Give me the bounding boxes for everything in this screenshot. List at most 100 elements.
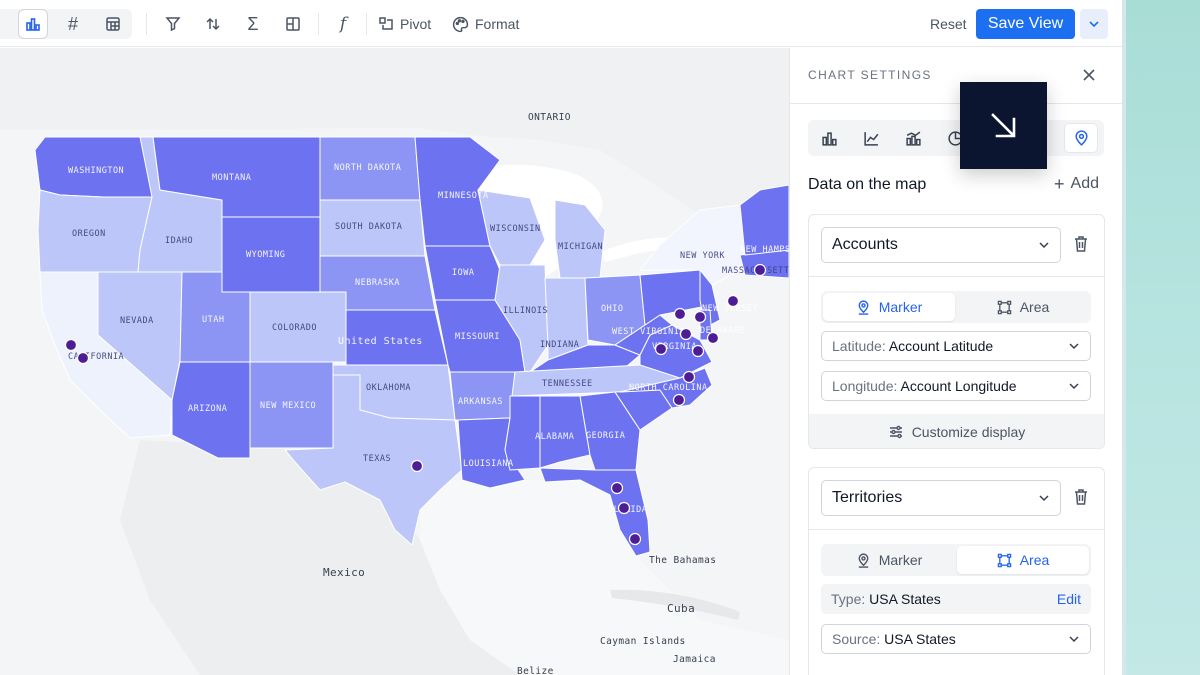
chevron-down-icon [1039,495,1049,502]
state-label: NEW YORK [680,251,725,261]
state-label: ARIZONA [188,404,227,414]
chart-type-combo[interactable] [896,123,930,153]
pivot-icon [379,17,393,30]
layer-source-select[interactable]: Accounts [821,227,1061,263]
customize-display-button[interactable]: Customize display [809,414,1104,448]
account-marker[interactable] [410,459,424,473]
chart-view-button[interactable] [18,9,48,39]
map-pin-icon [858,552,869,568]
number-view-button[interactable]: # [58,9,88,39]
account-marker[interactable] [679,327,693,341]
toolbar-divider [146,13,147,35]
chevron-down-icon [1069,636,1079,643]
close-panel-button[interactable] [1078,64,1100,86]
state-arkansas[interactable] [449,371,516,421]
close-icon [1083,69,1095,81]
map-canvas[interactable]: WASHINGTON OREGON CALIFORNIA NEVADA IDAH… [0,48,789,675]
source-field-select[interactable]: Source: USA States [821,624,1091,654]
account-marker[interactable] [628,532,642,546]
layer-card-accounts: Accounts Marker Area Latitude: Account L… [808,214,1105,449]
chart-type-bar[interactable] [812,123,846,153]
chart-type-line[interactable] [854,123,888,153]
account-marker[interactable] [64,338,78,352]
area-mode-option[interactable]: Area [957,293,1089,321]
map-pin-icon [1074,129,1088,146]
marker-label: Marker [878,299,923,315]
account-marker[interactable] [691,344,705,358]
state-label: ILLINOIS [503,306,548,316]
summarize-button[interactable]: Σ [238,9,268,39]
state-label: TEXAS [363,454,391,464]
bar-chart-icon [26,18,40,31]
state-label: MONTANA [212,173,251,183]
state-label: COLORADO [272,323,317,333]
state-label: ALABAMA [535,432,574,442]
state-label: DELAWARE [700,326,745,336]
state-label: United States [338,336,423,347]
state-label: CALIFORNIA [68,352,124,362]
account-marker[interactable] [693,310,707,324]
line-chart-icon [863,131,878,146]
account-marker[interactable] [706,331,720,345]
state-label: MISSOURI [455,332,500,342]
delete-layer-button[interactable] [1071,233,1091,255]
geo-label: ONTARIO [528,112,571,123]
delete-layer-button[interactable] [1071,486,1091,508]
save-options-button[interactable] [1080,9,1108,39]
account-marker[interactable] [617,501,631,515]
account-marker[interactable] [672,393,686,407]
customize-label: Customize display [911,424,1026,440]
geo-label: The Bahamas [649,555,716,566]
area-mode-option[interactable]: Area [957,546,1089,574]
expand-overlay[interactable] [960,82,1047,169]
latitude-field-select[interactable]: Latitude: Account Latitude [821,331,1091,361]
polygon-icon [997,300,1011,314]
combo-chart-icon [905,131,921,146]
account-marker[interactable] [76,351,90,365]
state-label: WASHINGTON [68,166,124,176]
pivot-button[interactable]: Pivot [378,9,431,39]
state-label: WYOMING [246,250,285,260]
account-marker[interactable] [726,294,740,308]
table-view-button[interactable] [98,9,128,39]
app-window: # Σ f Pivot Format Reset Save View WASHI… [0,0,1122,675]
plus-icon: + [1054,174,1065,194]
save-view-button[interactable]: Save View [976,9,1075,39]
account-marker[interactable] [654,342,668,356]
chart-type-map[interactable] [1064,123,1098,153]
reset-button[interactable]: Reset [930,9,967,39]
us-choropleth-map[interactable]: WASHINGTON OREGON CALIFORNIA NEVADA IDAH… [0,48,789,675]
toolbar: # Σ f Pivot Format Reset Save View [0,0,1122,47]
latitude-value: Account Latitude [888,338,994,354]
longitude-label: Longitude: [832,378,898,394]
formula-button[interactable]: f [328,9,358,39]
state-label: INDIANA [540,340,579,350]
chevron-down-icon [1069,343,1079,350]
panel-title: CHART SETTINGS [808,68,932,82]
account-marker[interactable] [682,370,696,384]
pivot-label: Pivot [400,16,432,32]
toolbar-divider [366,13,367,35]
hash-icon: # [67,13,78,34]
edit-type-link[interactable]: Edit [1057,591,1081,607]
layout-button[interactable] [278,9,308,39]
marker-mode-option[interactable]: Marker [823,293,955,321]
filter-button[interactable] [158,9,188,39]
add-label: Add [1070,175,1099,192]
marker-mode-option[interactable]: Marker [823,546,955,574]
desktop-background [1122,0,1200,675]
account-marker[interactable] [610,481,624,495]
account-marker[interactable] [753,263,767,277]
sort-button[interactable] [198,9,228,39]
format-button[interactable]: Format [452,9,519,39]
chart-type-selector [808,120,1104,156]
geo-label: Cayman Islands [600,636,686,647]
longitude-field-select[interactable]: Longitude: Account Longitude [821,371,1091,401]
state-label: LOUISIANA [463,459,514,469]
table-icon [106,17,120,31]
account-marker[interactable] [673,307,687,321]
state-label: NEW MEXICO [260,401,316,411]
state-label: IDAHO [165,236,193,246]
add-layer-button[interactable]: + Add [1054,175,1099,193]
layer-source-select[interactable]: Territories [821,480,1061,516]
